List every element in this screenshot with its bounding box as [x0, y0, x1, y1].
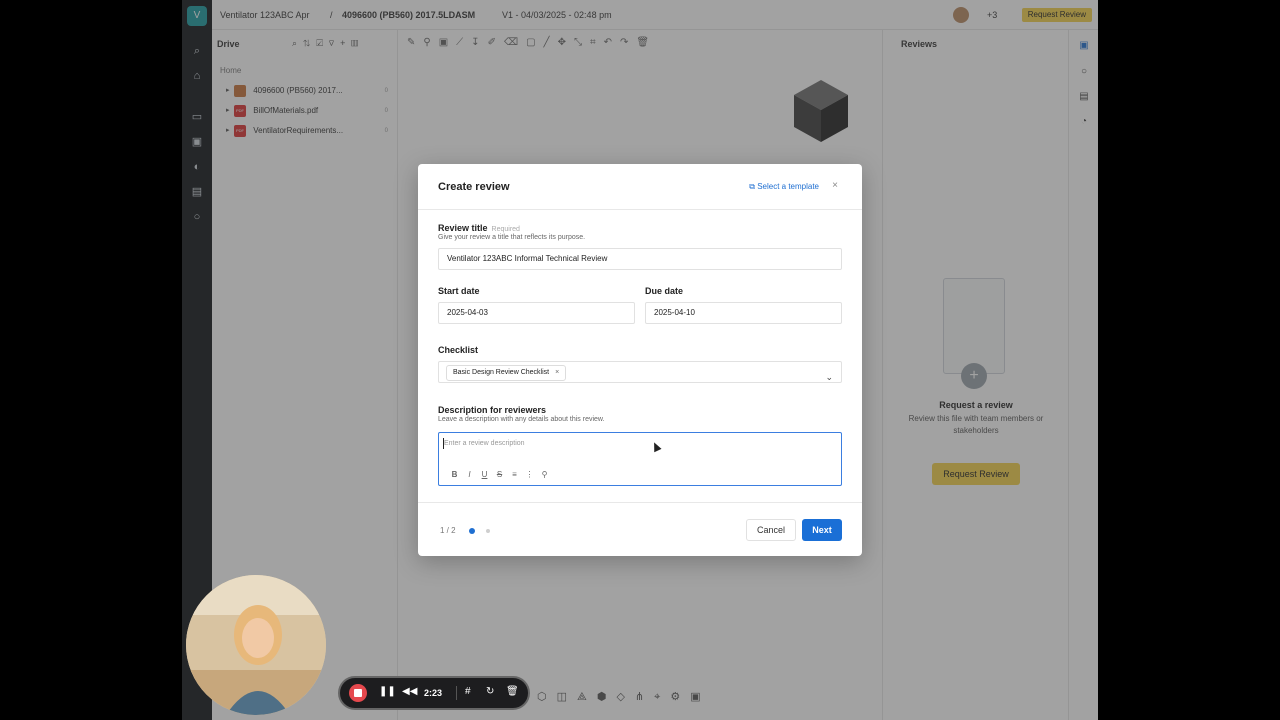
- step-dot-active[interactable]: [469, 528, 475, 534]
- description-label: Description for reviewers: [438, 405, 547, 415]
- italic-icon[interactable]: I: [462, 470, 477, 479]
- pause-icon[interactable]: ❚❚: [379, 686, 396, 697]
- recording-time: 2:23: [424, 688, 443, 698]
- rewind-icon[interactable]: ◀◀: [402, 686, 417, 697]
- trash-icon[interactable]: 🗑: [506, 686, 519, 697]
- stop-recording-button[interactable]: [349, 684, 367, 702]
- recording-controls: ❚❚ ◀◀ 2:23 # ↻ 🗑: [338, 676, 530, 710]
- page-indicator: 1 / 2: [440, 526, 456, 535]
- link-icon[interactable]: ⚲: [537, 470, 552, 479]
- bold-icon[interactable]: B: [447, 470, 462, 479]
- template-icon: ⧉: [749, 182, 758, 191]
- required-tag: Required: [491, 226, 520, 233]
- bullet-list-icon[interactable]: ≡: [507, 470, 522, 479]
- due-date-label: Due date: [645, 286, 684, 296]
- select-template-link[interactable]: ⧉ Select a template: [749, 182, 819, 192]
- dialog-header: Create review ⧉ Select a template ×: [418, 164, 862, 210]
- webcam-bubble[interactable]: [186, 575, 326, 715]
- numbered-list-icon[interactable]: ⋮: [522, 470, 537, 479]
- strikethrough-icon[interactable]: S: [492, 470, 507, 479]
- create-review-dialog: Create review ⧉ Select a template × Revi…: [418, 164, 862, 556]
- dialog-footer: 1 / 2 Cancel Next: [418, 502, 862, 556]
- start-date-label: Start date: [438, 286, 480, 296]
- chevron-down-icon[interactable]: ⌄: [825, 367, 833, 387]
- description-textarea[interactable]: Enter a review description B I U S ≡ ⋮ ⚲: [438, 432, 842, 486]
- description-placeholder: Enter a review description: [444, 440, 525, 447]
- chip-remove-icon[interactable]: ×: [555, 369, 559, 376]
- review-title-label: Review title Required: [438, 223, 520, 233]
- format-toolbar: B I U S ≡ ⋮ ⚲: [447, 470, 552, 479]
- checklist-chip: Basic Design Review Checklist ×: [446, 365, 567, 381]
- grid-icon[interactable]: #: [465, 686, 471, 697]
- presenter-video: [186, 575, 326, 715]
- underline-icon[interactable]: U: [477, 470, 492, 479]
- description-hint: Leave a description with any details abo…: [438, 416, 605, 423]
- divider: [456, 686, 457, 700]
- checklist-select[interactable]: Basic Design Review Checklist × ⌄: [438, 361, 842, 383]
- close-icon[interactable]: ×: [832, 180, 838, 191]
- checklist-label: Checklist: [438, 345, 479, 355]
- restart-icon[interactable]: ↻: [486, 686, 494, 697]
- start-date-input[interactable]: 2025-04-03: [438, 302, 635, 324]
- review-title-input[interactable]: Ventilator 123ABC Informal Technical Rev…: [438, 248, 842, 270]
- next-button[interactable]: Next: [802, 519, 842, 541]
- dialog-title: Create review: [438, 181, 510, 193]
- due-date-input[interactable]: 2025-04-10: [645, 302, 842, 324]
- review-title-hint: Give your review a title that reflects i…: [438, 234, 586, 241]
- cancel-button[interactable]: Cancel: [746, 519, 796, 541]
- step-dot[interactable]: [486, 529, 490, 533]
